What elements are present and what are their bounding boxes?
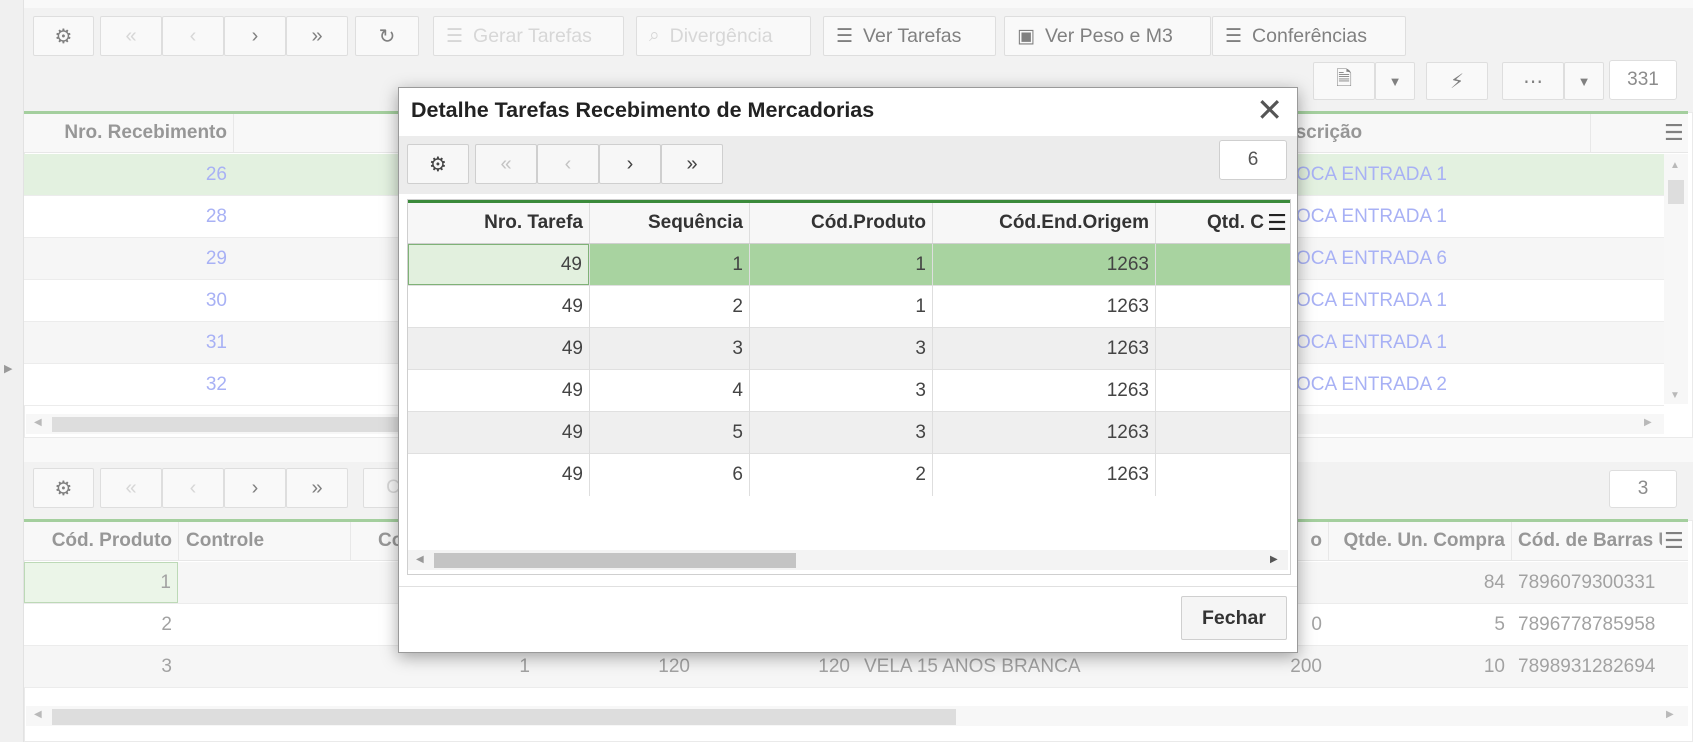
header-nro-tarefa[interactable]: Nro. Tarefa	[408, 203, 589, 243]
scroll-thumb[interactable]	[434, 553, 796, 568]
next-page-button[interactable]: ›	[599, 144, 661, 184]
chevron-left-icon: ‹	[564, 152, 572, 175]
cell-sequencia: 3	[732, 337, 743, 359]
cell-cod-produto: 2	[915, 464, 926, 485]
chevron-right-icon: ›	[626, 152, 634, 175]
cell-cod-produto: 1	[915, 295, 926, 317]
cell-cod-produto: 3	[915, 421, 926, 443]
cell-cod-end-origem: 1263	[1106, 421, 1149, 443]
cell-sequencia: 2	[732, 295, 743, 317]
cell-nro-tarefa: 49	[408, 244, 589, 285]
cell-sequencia: 5	[732, 421, 743, 443]
cell-nro-tarefa: 49	[561, 337, 583, 359]
header-cod-produto[interactable]: Cód.Produto	[750, 203, 932, 243]
header-sequencia[interactable]: Sequência	[590, 203, 749, 243]
dialog-grid: Nro. Tarefa Sequência Cód.Produto Cód.En…	[407, 199, 1291, 575]
gear-icon: ⚙	[429, 153, 447, 176]
dialog-footer-divider	[399, 586, 1297, 587]
table-row[interactable]: 49 2 1 1263	[408, 286, 1290, 328]
table-row[interactable]: 49 5 3 1263	[408, 412, 1290, 454]
close-icon[interactable]: ✕	[1256, 94, 1283, 126]
cell-nro-tarefa: 49	[561, 295, 583, 317]
table-row[interactable]: 49 3 3 1263	[408, 328, 1290, 370]
dialog-title: Detalhe Tarefas Recebimento de Mercadori…	[411, 98, 875, 122]
scroll-right-icon[interactable]: ▶	[1270, 554, 1278, 565]
cell-nro-tarefa: 49	[561, 379, 583, 401]
first-page-button[interactable]: «	[475, 144, 537, 184]
scroll-left-icon[interactable]: ◀	[416, 554, 424, 565]
detalhe-tarefas-dialog: Detalhe Tarefas Recebimento de Mercadori…	[398, 87, 1298, 653]
cell-cod-produto: 1	[915, 253, 926, 275]
dialog-toolbar: ⚙ « ‹ › » 6	[399, 136, 1297, 194]
table-row[interactable]: 49 6 2 1263	[408, 454, 1290, 496]
prev-page-button[interactable]: ‹	[537, 144, 599, 184]
cell-cod-end-origem: 1263	[1106, 253, 1149, 275]
cell-sequencia: 6	[732, 464, 743, 485]
dialog-record-count: 6	[1219, 140, 1287, 180]
header-cod-end-origem[interactable]: Cód.End.Origem	[933, 203, 1155, 243]
dialog-horizontal-scrollbar[interactable]: ◀ ▶	[408, 550, 1288, 570]
table-row[interactable]: 49 4 3 1263	[408, 370, 1290, 412]
cell-cod-end-origem: 1263	[1106, 337, 1149, 359]
double-chevron-left-icon: «	[500, 152, 512, 175]
cell-nro-tarefa: 49	[561, 421, 583, 443]
col-separator	[589, 244, 590, 496]
expand-arrow-icon[interactable]: ▶	[4, 362, 12, 375]
cell-cod-produto: 3	[915, 379, 926, 401]
column-menu-icon[interactable]: ☰	[1264, 203, 1290, 243]
fechar-button[interactable]: Fechar	[1181, 596, 1287, 640]
cell-cod-end-origem: 1263	[1106, 464, 1149, 485]
cell-cod-end-origem: 1263	[1106, 295, 1149, 317]
table-row[interactable]: 49 1 1 1263	[408, 244, 1290, 286]
cell-nro-tarefa: 49	[561, 464, 583, 485]
dialog-grid-header: Nro. Tarefa Sequência Cód.Produto Cód.En…	[408, 200, 1290, 244]
cell-sequencia: 1	[732, 253, 743, 275]
double-chevron-right-icon: »	[686, 152, 698, 175]
cell-sequencia: 4	[732, 379, 743, 401]
cell-cod-end-origem: 1263	[1106, 379, 1149, 401]
last-page-button[interactable]: »	[661, 144, 723, 184]
col-separator	[749, 244, 750, 496]
col-separator	[1155, 244, 1156, 496]
header-qtd[interactable]: Qtd. C	[1156, 203, 1264, 243]
col-separator	[932, 244, 933, 496]
cell-cod-produto: 3	[915, 337, 926, 359]
settings-button[interactable]: ⚙	[407, 144, 469, 184]
